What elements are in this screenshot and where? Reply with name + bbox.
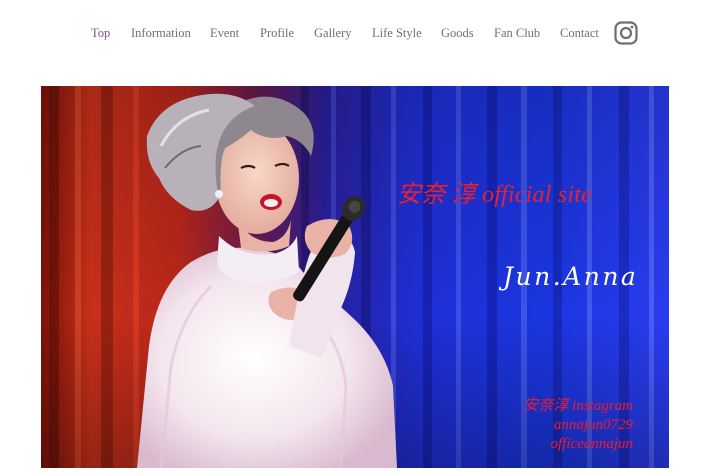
instagram-account-1[interactable]: annajun0729	[523, 416, 633, 435]
page: Top Information Event Profile Gallery Li…	[0, 0, 714, 476]
nav-item-information[interactable]: Information	[131, 26, 191, 41]
instagram-icon[interactable]	[614, 21, 638, 45]
nav-item-gallery[interactable]: Gallery	[314, 26, 351, 41]
instagram-info: 安奈淳 instagram annajun0729 officeannajun	[523, 397, 633, 454]
nav-item-goods[interactable]: Goods	[441, 26, 474, 41]
instagram-heading: 安奈淳 instagram	[523, 398, 633, 414]
site-title: 安奈 淳 official site	[397, 182, 592, 208]
nav-item-top[interactable]: Top	[91, 26, 110, 41]
nav-item-life-style[interactable]: Life Style	[372, 26, 422, 41]
instagram-account-2[interactable]: officeannajun	[523, 435, 634, 454]
nav-item-contact[interactable]: Contact	[560, 26, 599, 41]
signature: Jun.Anna	[503, 262, 639, 291]
top-nav: Top Information Event Profile Gallery Li…	[0, 14, 714, 52]
nav-item-profile[interactable]: Profile	[260, 26, 294, 41]
nav-item-event[interactable]: Event	[210, 26, 239, 41]
nav-item-fan-club[interactable]: Fan Club	[494, 26, 540, 41]
hero-banner: 安奈 淳 official site Jun.Anna 安奈淳 instagra…	[41, 86, 669, 468]
